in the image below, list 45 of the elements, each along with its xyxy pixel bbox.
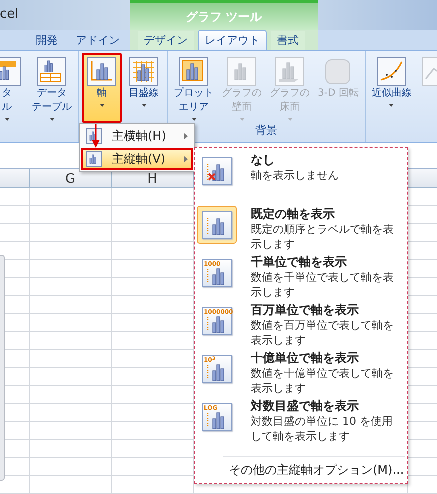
chart-icon (86, 151, 102, 167)
cube-icon (323, 57, 354, 87)
submenu-arrow-icon (184, 156, 188, 162)
more-options-item[interactable]: その他の主縦軸オプション(M)... (195, 457, 407, 483)
chart-icon (376, 57, 407, 87)
chart-icon (227, 57, 257, 87)
ribbon-button[interactable]: データ テーブル (29, 53, 75, 123)
caret-icon (389, 104, 394, 107)
chart-icon (179, 57, 209, 87)
ribbon-tab[interactable]: 開発 (30, 31, 64, 50)
chart-icon (275, 57, 305, 87)
menu-item[interactable]: 主縦軸(V) (81, 148, 193, 170)
ribbon-button[interactable]: タ ル (0, 53, 27, 123)
menu-option[interactable]: 既定の軸を表示 既定の順序とラベルで軸を表示します (197, 206, 405, 252)
caret-icon (4, 118, 10, 121)
chart-icon (206, 412, 226, 429)
caret-icon (240, 118, 244, 121)
caret-icon (100, 104, 104, 107)
contextual-group-label: グラフ ツール (186, 8, 262, 26)
caret-icon (50, 118, 54, 121)
submenu-arrow-icon (184, 132, 188, 140)
chart-icon (206, 316, 226, 333)
chart-icon (87, 57, 117, 87)
ribbon-tab[interactable]: レイアウト (198, 30, 267, 50)
chart-icon (37, 57, 67, 87)
chart-icon (206, 268, 226, 285)
ribbon-button[interactable]: 近似曲線 (368, 53, 415, 123)
column-header[interactable]: G (65, 172, 76, 187)
chart-icon (129, 57, 159, 87)
caret-icon (142, 104, 146, 107)
ribbon-tab[interactable]: 書式 (271, 31, 305, 50)
ribbon-tab[interactable]: アドイン (70, 31, 126, 50)
chart-icon (206, 364, 226, 381)
caret-icon (288, 118, 292, 121)
menu-option[interactable]: なし 軸を表示しません (197, 152, 405, 190)
group-label: 背景 (255, 123, 278, 139)
ribbon-button[interactable]: プロット エリア (171, 53, 217, 123)
annotation-arrow (92, 124, 100, 148)
caret-icon (192, 118, 196, 121)
chart-icon (0, 57, 22, 87)
ribbon-tab[interactable]: デザイン (138, 31, 194, 50)
ribbon-button[interactable]: 目盛線 (124, 53, 164, 123)
column-header[interactable]: H (148, 172, 158, 187)
ribbon-button[interactable]: 軸 (82, 53, 122, 123)
window-title: cel (0, 7, 19, 22)
